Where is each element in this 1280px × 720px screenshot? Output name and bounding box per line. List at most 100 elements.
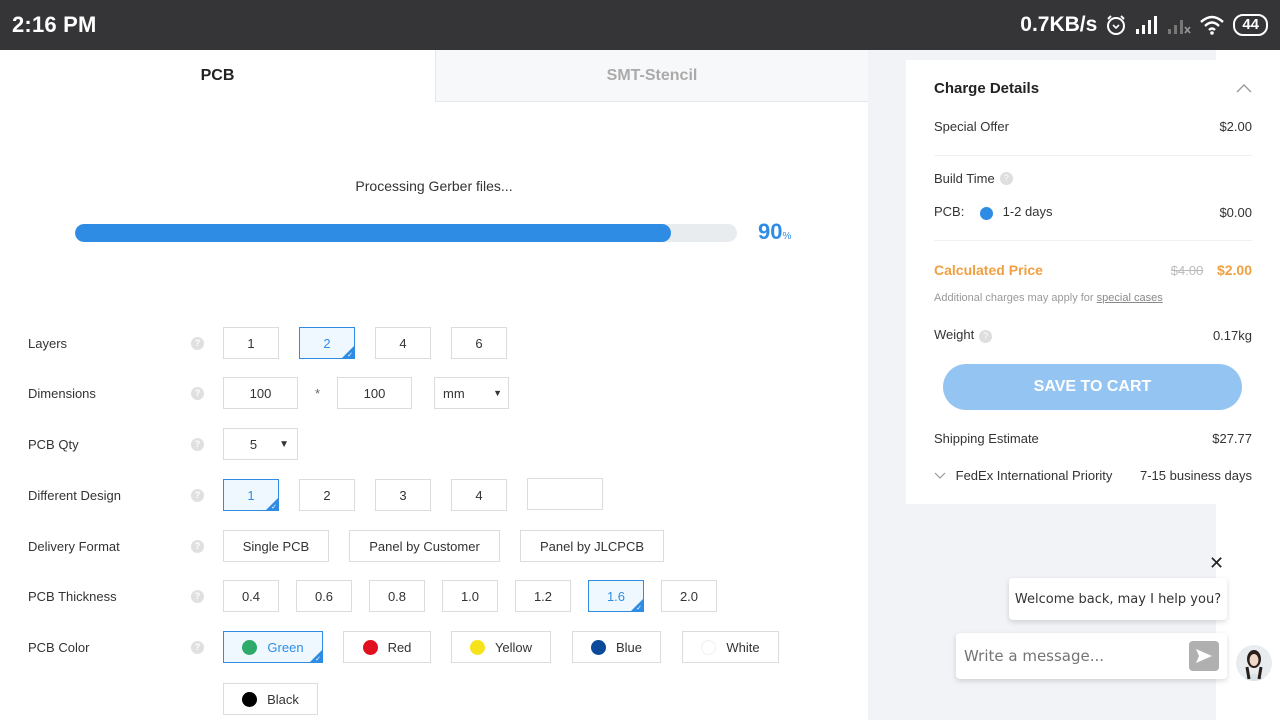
- pcb-build-option[interactable]: PCB: 1-2 days: [934, 204, 1053, 220]
- send-button[interactable]: [1189, 641, 1219, 671]
- color-option-label: Red: [387, 639, 412, 655]
- layers-label: Layers: [28, 335, 68, 351]
- divider: [934, 240, 1252, 241]
- unit-select-value: mm: [443, 385, 465, 401]
- help-icon[interactable]: ?: [999, 171, 1013, 185]
- layers-option-4[interactable]: 4: [375, 327, 431, 359]
- width-input[interactable]: 100: [223, 377, 298, 409]
- thickness-option[interactable]: 0.4: [223, 580, 279, 612]
- height-input[interactable]: 100: [337, 377, 412, 409]
- tab-bar: PCB SMT-Stencil: [0, 50, 868, 102]
- color-swatch-black: [242, 691, 258, 707]
- save-to-cart-button[interactable]: SAVE TO CART: [943, 364, 1242, 410]
- qty-select[interactable]: 5 ▼: [223, 428, 298, 460]
- status-bar: 2:16 PM 0.7KB/s 44: [0, 0, 1280, 50]
- carrier-row[interactable]: FedEx International Priority 7-15 busine…: [934, 467, 1252, 483]
- tab-smt-stencil[interactable]: SMT-Stencil: [435, 50, 868, 102]
- design-option-3[interactable]: 3: [375, 479, 431, 511]
- color-label: PCB Color: [28, 639, 90, 655]
- charges-note: Additional charges may apply for special…: [934, 292, 1163, 304]
- build-price: $0.00: [1219, 204, 1252, 220]
- chevron-down-icon[interactable]: [934, 468, 946, 483]
- tab-pcb[interactable]: PCB: [0, 50, 435, 102]
- status-icons: 0.7KB/s 44: [1020, 13, 1268, 37]
- color-option-blue[interactable]: Blue: [572, 631, 661, 663]
- signal-icon: [1135, 15, 1159, 35]
- status-time: 2:16 PM: [12, 12, 97, 37]
- chat-greeting: Welcome back, may I help you?: [1009, 578, 1227, 620]
- progress-bar: [75, 224, 737, 242]
- thickness-option[interactable]: 2.0: [661, 580, 717, 612]
- help-icon[interactable]: ?: [191, 589, 204, 603]
- design-option-4[interactable]: 4: [451, 479, 507, 511]
- help-icon[interactable]: ?: [191, 640, 204, 654]
- design-custom-input[interactable]: [527, 478, 603, 510]
- support-agent-avatar[interactable]: [1236, 645, 1272, 681]
- send-icon: [1196, 649, 1212, 663]
- color-option-green[interactable]: Green: [223, 631, 323, 663]
- alarm-icon: [1105, 14, 1127, 36]
- help-icon[interactable]: ?: [191, 488, 204, 502]
- charge-details-card: Charge Details Special Offer $2.00 Build…: [906, 60, 1280, 504]
- layers-option-6[interactable]: 6: [451, 327, 507, 359]
- delivery-option-panel-customer[interactable]: Panel by Customer: [349, 530, 500, 562]
- chevron-up-icon[interactable]: [1236, 80, 1252, 96]
- delivery-option-single[interactable]: Single PCB: [223, 530, 329, 562]
- net-speed: 0.7KB/s: [1020, 13, 1098, 36]
- weight-row: Weight? 0.17kg: [934, 327, 1252, 343]
- layers-option-1[interactable]: 1: [223, 327, 279, 359]
- chat-message-input[interactable]: [964, 647, 1184, 665]
- color-option-white[interactable]: White: [682, 631, 779, 663]
- special-offer-label: Special Offer: [934, 118, 1009, 134]
- pcb-build-row: PCB: 1-2 days $0.00: [934, 204, 1252, 220]
- progress-percent-unit: %: [782, 231, 792, 242]
- weight-value: 0.17kg: [1212, 327, 1252, 343]
- progress-label: Processing Gerber files...: [355, 178, 513, 194]
- thickness-option[interactable]: 0.8: [369, 580, 425, 612]
- calculated-price-row: Calculated Price $4.00 $2.00: [934, 261, 1252, 279]
- qty-select-value: 5: [249, 436, 258, 452]
- build-time-label: Build Time: [934, 170, 995, 186]
- design-option-1[interactable]: 1: [223, 479, 279, 511]
- thickness-option[interactable]: 0.6: [296, 580, 352, 612]
- color-option-black[interactable]: Black: [223, 683, 318, 715]
- build-option-text: 1-2 days: [1002, 204, 1053, 220]
- carrier-time: 7-15 business days: [1139, 467, 1252, 483]
- unit-select[interactable]: mm ▼: [434, 377, 509, 409]
- signal-no-service-icon: [1167, 15, 1191, 35]
- dimension-separator: *: [315, 385, 321, 401]
- special-offer-value: $2.00: [1219, 118, 1252, 134]
- different-design-label: Different Design: [28, 487, 121, 503]
- help-icon[interactable]: ?: [191, 386, 204, 400]
- color-swatch-red: [362, 639, 378, 655]
- special-cases-link[interactable]: special cases: [1097, 292, 1163, 304]
- chat-close-icon[interactable]: ✕: [1209, 553, 1224, 574]
- design-option-2[interactable]: 2: [299, 479, 355, 511]
- thickness-option[interactable]: 1.0: [442, 580, 498, 612]
- wifi-icon: [1199, 14, 1225, 36]
- thickness-label: PCB Thickness: [28, 588, 117, 604]
- thickness-option-selected[interactable]: 1.6: [588, 580, 644, 612]
- charge-header[interactable]: Charge Details: [934, 78, 1252, 98]
- charges-note-text: Additional charges may apply for: [934, 292, 1097, 304]
- color-option-label: White: [726, 639, 760, 655]
- thickness-option[interactable]: 1.2: [515, 580, 571, 612]
- color-swatch-green: [242, 639, 258, 655]
- progress-fill: [75, 224, 671, 242]
- chat-input-box: [956, 633, 1227, 679]
- radio-selected-icon[interactable]: [979, 206, 993, 220]
- help-icon[interactable]: ?: [191, 336, 204, 350]
- divider: [934, 155, 1252, 156]
- layers-option-2[interactable]: 2: [299, 327, 355, 359]
- charge-title: Charge Details: [934, 79, 1040, 97]
- special-offer-row: Special Offer $2.00: [934, 118, 1252, 134]
- color-option-label: Green: [267, 639, 304, 655]
- color-option-red[interactable]: Red: [343, 631, 431, 663]
- dimensions-label: Dimensions: [28, 385, 96, 401]
- build-time-row: Build Time ?: [934, 170, 1252, 186]
- delivery-option-panel-jlcpcb[interactable]: Panel by JLCPCB: [520, 530, 664, 562]
- color-option-yellow[interactable]: Yellow: [451, 631, 551, 663]
- help-icon[interactable]: ?: [979, 329, 993, 343]
- help-icon[interactable]: ?: [191, 539, 204, 553]
- help-icon[interactable]: ?: [191, 437, 204, 451]
